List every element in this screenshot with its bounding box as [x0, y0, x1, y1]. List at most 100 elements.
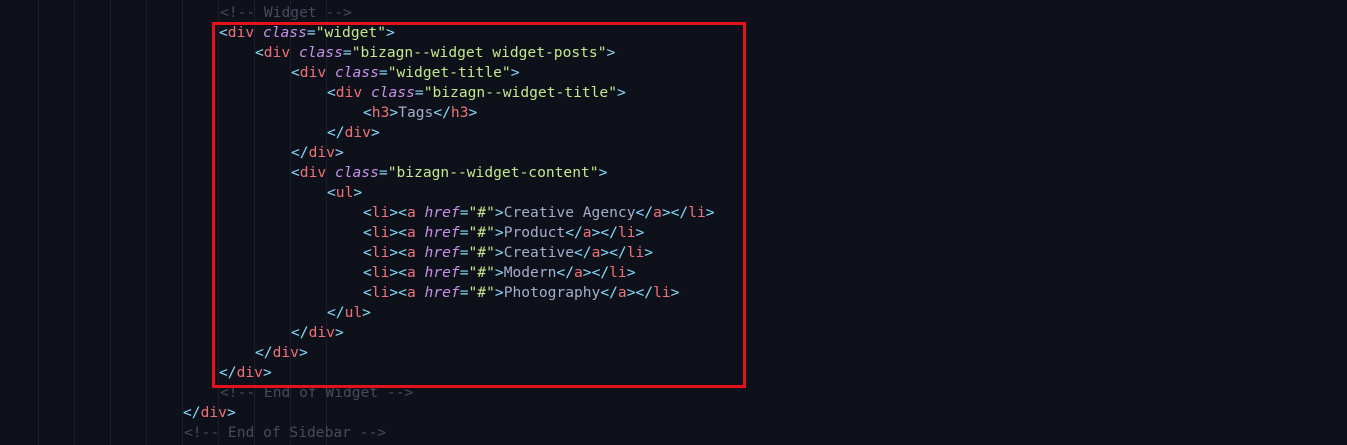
code-line[interactable]: <li><a href="#">Modern</a></li> — [363, 263, 636, 283]
code-line[interactable]: </div> — [219, 363, 272, 383]
tag-bracket: > — [510, 64, 520, 81]
code-line[interactable]: <!-- End of Sidebar --> — [184, 423, 386, 443]
code-line[interactable]: <li><a href="#">Photography</a></li> — [363, 283, 679, 303]
attribute-name: class — [262, 24, 307, 41]
code-line[interactable]: </div> — [291, 323, 344, 343]
string-quote: " — [377, 24, 386, 41]
code-line[interactable]: <div class="widget-title"> — [291, 63, 520, 83]
tag-bracket: < — [219, 24, 228, 41]
tag-bracket: < — [363, 264, 372, 281]
code-line[interactable]: <div class="bizagn--widget-title"> — [327, 83, 626, 103]
link-text: Creative — [503, 244, 574, 261]
string-quote: " — [486, 264, 495, 281]
attribute-value: # — [477, 284, 487, 301]
tag-name: a — [406, 264, 416, 281]
tag-bracket: ></ — [661, 204, 689, 221]
tag-bracket: < — [363, 244, 372, 261]
tag-name: a — [406, 204, 416, 221]
tag-bracket: < — [363, 104, 372, 121]
code-line[interactable]: <div class="bizagn--widget-content"> — [291, 163, 607, 183]
attribute-name: href — [424, 224, 460, 241]
tag-bracket: ></ — [582, 264, 610, 281]
tag-bracket: > — [334, 324, 344, 341]
tag-name: li — [371, 264, 390, 281]
link-text: Photography — [503, 284, 601, 301]
tag-bracket: > — [389, 104, 399, 121]
attribute-equals: = — [378, 64, 388, 81]
tag-bracket: > — [606, 44, 616, 61]
attribute-name: class — [334, 164, 379, 181]
attribute-equals: = — [306, 24, 316, 41]
tag-bracket: > — [262, 364, 272, 381]
attribute-equals: = — [459, 244, 469, 261]
attribute-equals: = — [342, 44, 352, 61]
attribute-name: class — [298, 44, 343, 61]
code-comment: <!-- End of Sidebar --> — [184, 424, 387, 441]
tag-bracket: </ — [600, 284, 618, 301]
code-line[interactable]: <li><a href="#">Product</a></li> — [363, 223, 644, 243]
tag-bracket: </ — [556, 264, 574, 281]
tag-name: a — [617, 284, 627, 301]
attribute-equals: = — [459, 264, 469, 281]
link-text: Creative Agency — [503, 204, 636, 221]
tag-bracket: >< — [389, 224, 407, 241]
code-line[interactable]: </ul> — [327, 303, 371, 323]
tag-name: a — [406, 284, 416, 301]
code-line[interactable]: </div> — [255, 343, 308, 363]
tag-bracket: >< — [389, 244, 407, 261]
code-line[interactable]: <!-- Widget --> — [220, 3, 352, 23]
tag-bracket: > — [353, 184, 363, 201]
attribute-value: widget-title — [396, 64, 502, 81]
code-line[interactable]: <li><a href="#">Creative Agency</a></li> — [363, 203, 715, 223]
code-line[interactable]: <div class="widget"> — [219, 23, 395, 43]
attribute-equals: = — [459, 224, 469, 241]
tag-name: div — [227, 24, 255, 41]
attribute-equals: = — [414, 84, 424, 101]
tag-bracket: </ — [255, 344, 273, 361]
tag-bracket: < — [363, 204, 372, 221]
tag-bracket: >< — [389, 264, 407, 281]
tag-bracket: > — [705, 204, 715, 221]
attribute-value: bizagn--widget-title — [432, 84, 609, 101]
attribute-name: href — [424, 264, 460, 281]
attribute-equals: = — [459, 284, 469, 301]
string-quote: " — [486, 224, 495, 241]
attribute-equals: = — [459, 204, 469, 221]
code-line[interactable]: </div> — [291, 143, 344, 163]
code-line[interactable]: <!-- End of Widget --> — [220, 383, 413, 403]
code-line[interactable]: </div> — [183, 403, 236, 423]
tag-name: li — [609, 264, 627, 281]
indent-guide — [146, 0, 147, 445]
string-quote: " — [486, 244, 495, 261]
tag-bracket: < — [255, 44, 264, 61]
tag-bracket: < — [363, 284, 372, 301]
attribute-value: # — [477, 224, 487, 241]
code-line[interactable]: <li><a href="#">Creative</a></li> — [363, 243, 653, 263]
tag-bracket: > — [626, 264, 636, 281]
tag-bracket: > — [494, 204, 504, 221]
tag-bracket: </ — [635, 204, 654, 221]
tag-name: div — [236, 364, 263, 381]
tag-name: li — [626, 244, 645, 261]
tag-bracket: < — [291, 164, 300, 181]
code-line[interactable]: <h3>Tags</h3> — [363, 103, 477, 123]
tag-name: h3 — [371, 104, 390, 121]
tag-name: li — [371, 224, 390, 241]
tag-bracket: < — [363, 224, 372, 241]
tag-name: li — [371, 284, 390, 301]
code-editor[interactable]: <!-- Widget --> <div class="widget"> <div … — [0, 0, 1347, 445]
tag-name: li — [617, 224, 636, 241]
tag-bracket: </ — [291, 324, 309, 341]
tag-name: li — [371, 204, 390, 221]
string-quote: " — [597, 44, 607, 61]
attribute-value: widget — [324, 24, 378, 41]
code-line[interactable]: <div class="bizagn--widget widget-posts"… — [255, 43, 615, 63]
code-line[interactable]: </div> — [327, 123, 380, 143]
tag-name: a — [406, 244, 416, 261]
tag-name: div — [308, 324, 335, 341]
tag-bracket: > — [370, 124, 380, 141]
tag-bracket: >< — [389, 204, 407, 221]
tag-bracket: </ — [183, 404, 201, 421]
code-line[interactable]: <ul> — [327, 183, 362, 203]
tag-bracket: </ — [219, 364, 237, 381]
